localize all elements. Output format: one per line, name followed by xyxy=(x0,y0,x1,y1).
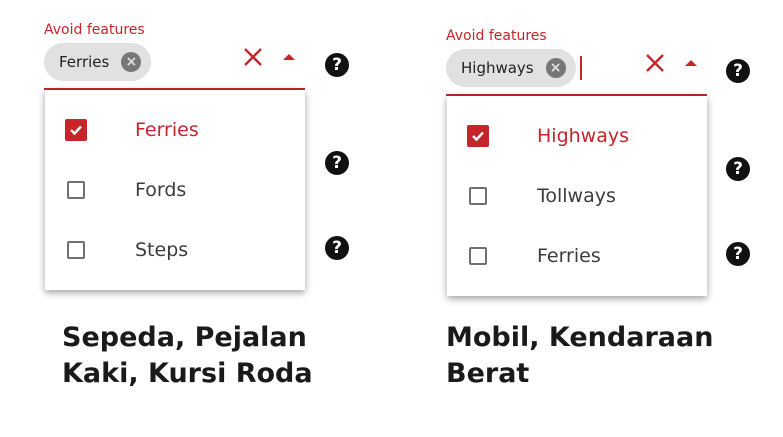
help-icon[interactable]: ? xyxy=(726,242,750,266)
checkbox-checked-icon[interactable] xyxy=(65,119,87,141)
checkbox-checked-icon[interactable] xyxy=(467,125,489,147)
caption: Mobil, Kendaraan Berat xyxy=(446,320,713,392)
option-ferries[interactable]: Ferries xyxy=(447,226,707,286)
option-label: Fords xyxy=(135,179,187,201)
avoid-features-label: Avoid features xyxy=(446,28,547,44)
checkmark-icon xyxy=(70,125,82,136)
help-icon[interactable]: ? xyxy=(325,53,349,77)
options-dropdown: Ferries Fords Steps xyxy=(45,90,305,290)
clear-icon[interactable] xyxy=(242,46,264,68)
option-label: Highways xyxy=(537,125,629,147)
highways-chip[interactable]: Highways × xyxy=(446,49,576,87)
checkmark-icon xyxy=(472,131,484,142)
chip-label: Ferries xyxy=(59,53,110,71)
help-icon[interactable]: ? xyxy=(726,157,750,181)
help-icon[interactable]: ? xyxy=(325,151,349,175)
left-panel: Avoid features Ferries × ? ? ? Ferries F… xyxy=(42,0,382,437)
chip-remove-icon[interactable]: × xyxy=(545,58,566,78)
caption-line: Mobil, Kendaraan xyxy=(446,322,714,353)
help-icon[interactable]: ? xyxy=(325,236,349,260)
checkbox-icon[interactable] xyxy=(67,241,85,259)
text-cursor xyxy=(580,56,582,80)
option-tollways[interactable]: Tollways xyxy=(447,166,707,226)
right-panel: Avoid features Highways × ? ? ? Highways… xyxy=(444,0,783,437)
caption: Sepeda, Pejalan Kaki, Kursi Roda xyxy=(62,320,313,392)
option-label: Steps xyxy=(135,239,189,261)
option-highways[interactable]: Highways xyxy=(447,106,707,166)
checkbox-icon[interactable] xyxy=(469,247,487,265)
option-label: Ferries xyxy=(537,245,601,267)
option-steps[interactable]: Steps xyxy=(45,220,305,280)
chip-remove-icon[interactable]: × xyxy=(121,52,142,72)
option-ferries[interactable]: Ferries xyxy=(45,100,305,160)
checkbox-icon[interactable] xyxy=(469,187,487,205)
checkbox-icon[interactable] xyxy=(67,181,85,199)
help-icon[interactable]: ? xyxy=(726,59,750,83)
option-label: Tollways xyxy=(537,185,616,207)
collapse-arrow-icon[interactable] xyxy=(685,60,697,66)
clear-icon[interactable] xyxy=(644,52,666,74)
caption-line: Kaki, Kursi Roda xyxy=(62,358,313,389)
avoid-features-label: Avoid features xyxy=(44,22,145,38)
option-fords[interactable]: Fords xyxy=(45,160,305,220)
option-label: Ferries xyxy=(135,119,199,141)
ferries-chip[interactable]: Ferries × xyxy=(44,43,152,81)
caption-line: Berat xyxy=(446,358,530,389)
chip-label: Highways xyxy=(461,59,534,77)
collapse-arrow-icon[interactable] xyxy=(283,54,295,60)
caption-line: Sepeda, Pejalan xyxy=(62,322,307,353)
options-dropdown: Highways Tollways Ferries xyxy=(447,96,707,296)
